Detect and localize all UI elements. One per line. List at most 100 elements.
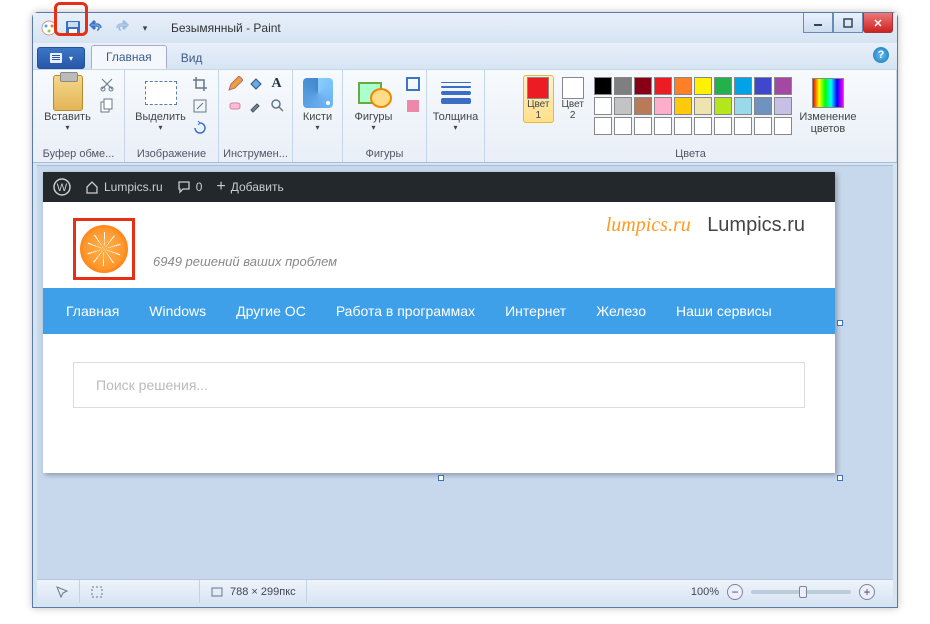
palette-swatch[interactable] bbox=[674, 77, 692, 95]
nav-item: Работа в программах bbox=[321, 303, 490, 319]
status-bar: 788 × 299пкс 100% − + bbox=[37, 579, 893, 603]
select-button[interactable]: Выделить ▾ bbox=[135, 75, 187, 132]
palette-swatch[interactable] bbox=[774, 77, 792, 95]
nav-item: Другие ОС bbox=[221, 303, 321, 319]
help-icon[interactable]: ? bbox=[873, 47, 889, 63]
shapes-group-label: Фигуры bbox=[366, 146, 404, 162]
nav-item: Железо bbox=[581, 303, 661, 319]
brushes-spacer bbox=[316, 146, 319, 162]
undo-icon[interactable] bbox=[87, 18, 107, 38]
ribbon: Вставить ▾ Буфер обме... Выделить ▾ bbox=[33, 69, 897, 163]
brushes-button[interactable]: Кисти ▾ bbox=[292, 75, 344, 132]
redo-icon[interactable] bbox=[111, 18, 131, 38]
window-controls bbox=[803, 13, 897, 33]
wp-admin-bar: W Lumpics.ru 0 +Добавить bbox=[43, 172, 835, 202]
site-titles: lumpics.ru Lumpics.ru bbox=[606, 214, 805, 237]
palette-swatch[interactable] bbox=[634, 97, 652, 115]
crop-icon[interactable] bbox=[191, 75, 209, 93]
shape-outline-icon[interactable] bbox=[404, 75, 422, 93]
palette-swatch[interactable] bbox=[774, 97, 792, 115]
palette-swatch[interactable] bbox=[594, 97, 612, 115]
canvas-viewport[interactable]: W Lumpics.ru 0 +Добавить 6949 решений ва… bbox=[37, 165, 893, 579]
group-brushes: Кисти ▾ bbox=[293, 70, 343, 162]
resize-icon[interactable] bbox=[191, 97, 209, 115]
palette-swatch[interactable] bbox=[594, 117, 612, 135]
palette-swatch[interactable] bbox=[634, 117, 652, 135]
minimize-button[interactable] bbox=[803, 13, 833, 33]
palette-swatch[interactable] bbox=[654, 97, 672, 115]
save-icon[interactable] bbox=[63, 18, 83, 38]
edit-colors-button[interactable]: Изменение цветов bbox=[798, 75, 858, 135]
tab-home[interactable]: Главная bbox=[91, 45, 167, 69]
palette-swatch[interactable] bbox=[694, 97, 712, 115]
rotate-icon[interactable] bbox=[191, 119, 209, 137]
color1-button[interactable]: Цвет 1 bbox=[523, 75, 553, 123]
palette-swatch[interactable] bbox=[714, 117, 732, 135]
cut-icon[interactable] bbox=[98, 75, 116, 93]
close-button[interactable] bbox=[863, 13, 893, 33]
palette-swatch[interactable] bbox=[654, 77, 672, 95]
palette-swatch[interactable] bbox=[594, 77, 612, 95]
group-clipboard: Вставить ▾ Буфер обме... bbox=[33, 70, 125, 162]
zoom-value: 100% bbox=[691, 586, 719, 598]
palette-swatch[interactable] bbox=[714, 97, 732, 115]
palette-swatch[interactable] bbox=[614, 97, 632, 115]
paste-button[interactable]: Вставить ▾ bbox=[42, 75, 94, 132]
maximize-button[interactable] bbox=[833, 13, 863, 33]
file-menu-button[interactable]: ▾ bbox=[37, 47, 85, 69]
palette-swatch[interactable] bbox=[614, 77, 632, 95]
zoom-in-button[interactable]: + bbox=[859, 584, 875, 600]
shape-fill-icon[interactable] bbox=[404, 97, 422, 115]
select-label: Выделить bbox=[135, 111, 186, 123]
search-placeholder: Поиск решения... bbox=[96, 377, 208, 393]
wp-add-link: +Добавить bbox=[216, 178, 283, 196]
palette-swatch[interactable] bbox=[734, 77, 752, 95]
palette-swatch[interactable] bbox=[734, 97, 752, 115]
size-button[interactable]: Толщина ▾ bbox=[430, 75, 482, 132]
pencil-icon[interactable] bbox=[226, 75, 244, 93]
palette-swatch[interactable] bbox=[774, 117, 792, 135]
color1-swatch bbox=[527, 77, 549, 99]
copy-icon[interactable] bbox=[98, 97, 116, 115]
quick-access-toolbar: ▾ bbox=[39, 18, 155, 38]
resize-handle-e[interactable] bbox=[837, 320, 843, 326]
palette-swatch[interactable] bbox=[734, 117, 752, 135]
tools-group-label: Инструмен... bbox=[223, 146, 288, 162]
wp-site-link: Lumpics.ru bbox=[85, 180, 163, 194]
palette-swatch[interactable] bbox=[654, 117, 672, 135]
edit-colors-label: Изменение цветов bbox=[799, 111, 856, 135]
palette-swatch[interactable] bbox=[634, 77, 652, 95]
size-spacer bbox=[454, 146, 457, 162]
palette-swatch[interactable] bbox=[674, 117, 692, 135]
zoom-slider[interactable] bbox=[751, 590, 851, 594]
magnifier-icon[interactable] bbox=[268, 96, 286, 114]
paint-app-icon[interactable] bbox=[39, 18, 59, 38]
shapes-button[interactable]: Фигуры ▾ bbox=[348, 75, 400, 132]
palette-swatch[interactable] bbox=[694, 117, 712, 135]
cursor-pos-section bbox=[45, 580, 80, 603]
eyedropper-icon[interactable] bbox=[247, 96, 265, 114]
canvas[interactable]: W Lumpics.ru 0 +Добавить 6949 решений ва… bbox=[43, 172, 835, 473]
text-icon[interactable]: A bbox=[268, 75, 286, 93]
canvas-dimensions: 788 × 299пкс bbox=[230, 586, 296, 598]
color1-label: Цвет 1 bbox=[527, 99, 549, 121]
palette-swatch[interactable] bbox=[714, 77, 732, 95]
tab-view[interactable]: Вид bbox=[167, 47, 217, 69]
palette-swatch[interactable] bbox=[614, 117, 632, 135]
shapes-label: Фигуры bbox=[355, 111, 393, 123]
qat-customize-icon[interactable]: ▾ bbox=[135, 18, 155, 38]
palette-swatch[interactable] bbox=[694, 77, 712, 95]
color2-button[interactable]: Цвет 2 bbox=[558, 75, 588, 123]
palette-swatch[interactable] bbox=[754, 77, 772, 95]
resize-handle-s[interactable] bbox=[438, 475, 444, 481]
palette-swatch[interactable] bbox=[754, 97, 772, 115]
title-bar: ▾ Безымянный - Paint bbox=[33, 13, 897, 43]
fill-icon[interactable] bbox=[247, 75, 265, 93]
resize-handle-se[interactable] bbox=[837, 475, 843, 481]
zoom-out-button[interactable]: − bbox=[727, 584, 743, 600]
svg-text:W: W bbox=[57, 182, 68, 194]
eraser-icon[interactable] bbox=[226, 96, 244, 114]
palette-swatch[interactable] bbox=[754, 117, 772, 135]
group-shapes: Фигуры ▾ Фигуры bbox=[343, 70, 427, 162]
palette-swatch[interactable] bbox=[674, 97, 692, 115]
